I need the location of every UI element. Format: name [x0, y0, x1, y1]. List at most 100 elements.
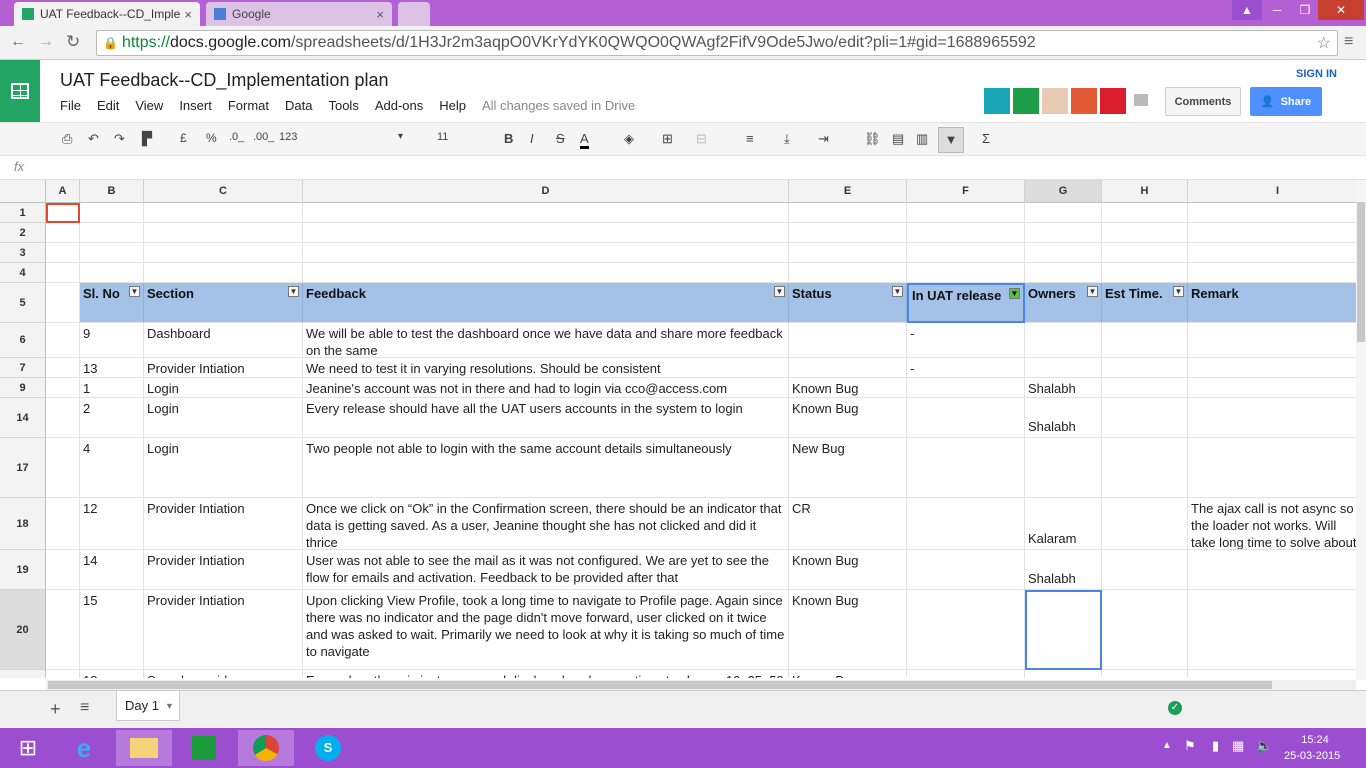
- merge-cells-icon[interactable]: ⊟: [696, 131, 707, 147]
- owner-cell[interactable]: [1025, 438, 1102, 498]
- row-header[interactable]: 2: [0, 223, 46, 243]
- skype-icon[interactable]: S: [300, 730, 356, 766]
- link-icon[interactable]: ⛓: [864, 131, 881, 147]
- back-icon[interactable]: ←: [10, 33, 26, 51]
- column-header[interactable]: H: [1102, 180, 1188, 203]
- row-header[interactable]: 20: [0, 590, 46, 670]
- chrome-icon[interactable]: [238, 730, 294, 766]
- remark-cell[interactable]: [1188, 378, 1356, 398]
- strikethrough-button[interactable]: S: [556, 131, 565, 146]
- section-cell[interactable]: Provider Intiation: [144, 550, 303, 590]
- est-time-header[interactable]: Est Time. ▼: [1102, 283, 1188, 323]
- sheet-tab-day-1[interactable]: Day 1 ▼: [116, 691, 180, 721]
- owner-cell[interactable]: Shalabh: [1025, 398, 1102, 438]
- menu-data[interactable]: Data: [285, 98, 312, 113]
- remark-cell[interactable]: [1188, 590, 1356, 670]
- filter-dropdown-icon[interactable]: ▼: [892, 286, 903, 297]
- close-tab-icon[interactable]: ×: [376, 7, 384, 22]
- column-header[interactable]: A: [46, 180, 80, 203]
- sl-no-cell[interactable]: 15: [80, 590, 144, 670]
- row-header[interactable]: 6: [0, 323, 46, 358]
- est-time-cell[interactable]: [1102, 378, 1188, 398]
- network-icon[interactable]: ▦: [1232, 738, 1244, 754]
- feedback-cell[interactable]: We will be able to test the dashboard on…: [303, 323, 789, 358]
- comment-icon[interactable]: ▤: [892, 131, 904, 147]
- column-header[interactable]: E: [789, 180, 907, 203]
- increase-decimal-button[interactable]: .00_: [253, 131, 274, 143]
- menu-help[interactable]: Help: [439, 98, 466, 113]
- row-header[interactable]: 7: [0, 358, 46, 378]
- restore-icon[interactable]: ❐: [1290, 0, 1320, 20]
- vertical-align-icon[interactable]: ⤓: [784, 131, 790, 147]
- font-dropdown-icon[interactable]: ▾: [398, 131, 403, 142]
- reload-icon[interactable]: ↻: [66, 32, 80, 52]
- feedback-cell[interactable]: User was not able to see the mail as it …: [303, 550, 789, 590]
- row-header[interactable]: 4: [0, 263, 46, 283]
- battery-icon[interactable]: ▮: [1212, 738, 1219, 754]
- viewer-avatar[interactable]: [1100, 88, 1126, 114]
- est-time-cell[interactable]: [1102, 590, 1188, 670]
- grid-cell[interactable]: [907, 243, 1025, 263]
- status-cell[interactable]: Known Bug: [789, 590, 907, 670]
- feedback-cell[interactable]: Two people not able to login with the sa…: [303, 438, 789, 498]
- chat-icon[interactable]: [1134, 94, 1148, 106]
- grid-cell[interactable]: [907, 263, 1025, 283]
- status-cell[interactable]: [789, 358, 907, 378]
- section-cell[interactable]: Login: [144, 378, 303, 398]
- sl-no-cell[interactable]: 14: [80, 550, 144, 590]
- filter-dropdown-icon[interactable]: ▼: [774, 286, 785, 297]
- grid-cell[interactable]: [789, 203, 907, 223]
- uat-release-cell[interactable]: -: [907, 358, 1025, 378]
- borders-icon[interactable]: ⊞: [662, 131, 673, 147]
- viewer-avatar[interactable]: [1013, 88, 1039, 114]
- row-header[interactable]: 3: [0, 243, 46, 263]
- section-cell[interactable]: Provider Intiation: [144, 358, 303, 378]
- remark-cell[interactable]: [1188, 323, 1356, 358]
- uat-release-cell[interactable]: -: [907, 323, 1025, 358]
- viewer-avatar[interactable]: [984, 88, 1010, 114]
- chevron-down-icon[interactable]: ▼: [165, 701, 174, 711]
- section-cell[interactable]: Provider Intiation: [144, 498, 303, 550]
- grid-cell[interactable]: [1188, 243, 1356, 263]
- owners-header[interactable]: Owners ▼: [1025, 283, 1102, 323]
- column-header[interactable]: F: [907, 180, 1025, 203]
- align-left-icon[interactable]: ≡: [746, 131, 754, 146]
- owner-cell[interactable]: Kalaram: [1025, 498, 1102, 550]
- sheets-logo-icon[interactable]: [0, 60, 40, 122]
- grid-cell[interactable]: [46, 438, 80, 498]
- grid-cell[interactable]: [789, 263, 907, 283]
- uat-release-cell[interactable]: [907, 438, 1025, 498]
- section-cell[interactable]: Login: [144, 438, 303, 498]
- grid-cell[interactable]: [46, 223, 80, 243]
- grid-cell[interactable]: [46, 358, 80, 378]
- grid-cell[interactable]: [46, 498, 80, 550]
- store-icon[interactable]: [176, 730, 232, 766]
- grid-cell[interactable]: [80, 263, 144, 283]
- remark-cell[interactable]: [1188, 438, 1356, 498]
- section-cell[interactable]: Search provider: [144, 670, 303, 678]
- grid-cell[interactable]: [303, 263, 789, 283]
- owner-cell[interactable]: [1025, 590, 1102, 670]
- column-header[interactable]: C: [144, 180, 303, 203]
- functions-button[interactable]: Σ: [982, 131, 990, 146]
- remark-cell[interactable]: The ajax call is not async so the loader…: [1188, 498, 1356, 550]
- grid-cell[interactable]: [1102, 203, 1188, 223]
- tray-arrow-icon[interactable]: ▲: [1162, 740, 1172, 751]
- close-tab-icon[interactable]: ×: [184, 7, 192, 22]
- sl-no-cell[interactable]: 9: [80, 323, 144, 358]
- row-header[interactable]: 5: [0, 283, 46, 323]
- grid-cell[interactable]: [46, 550, 80, 590]
- menu-tools[interactable]: Tools: [328, 98, 358, 113]
- uat-release-cell[interactable]: [907, 498, 1025, 550]
- sheet-list-icon[interactable]: ≡: [80, 699, 89, 717]
- grid-cell[interactable]: [144, 203, 303, 223]
- section-cell[interactable]: Login: [144, 398, 303, 438]
- sl-no-cell[interactable]: 13: [80, 358, 144, 378]
- horizontal-scrollbar[interactable]: [46, 680, 1356, 690]
- grid-cell[interactable]: [144, 263, 303, 283]
- row-header[interactable]: 18: [0, 498, 46, 550]
- chart-icon[interactable]: ▥: [916, 131, 928, 147]
- filter-dropdown-icon[interactable]: ▼: [1087, 286, 1098, 297]
- formula-input[interactable]: [48, 159, 1348, 177]
- browser-tab-sheet[interactable]: UAT Feedback--CD_Imple ×: [14, 2, 200, 26]
